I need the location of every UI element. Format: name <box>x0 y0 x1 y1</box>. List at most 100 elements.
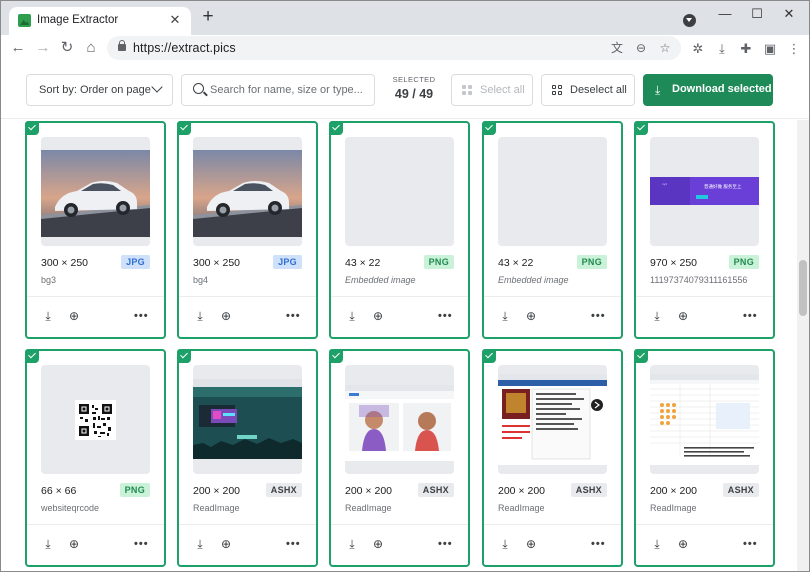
select-all-button[interactable]: Select all <box>451 74 533 106</box>
search-input[interactable] <box>210 81 368 99</box>
deselect-all-button[interactable]: Deselect all <box>541 74 635 106</box>
image-filename: websiteqrcode <box>41 503 100 513</box>
image-card[interactable]: 66 × 66 PNG websiteqrcode ⤓ ⊕ ••• <box>25 349 166 567</box>
download-icon[interactable]: ⤓ <box>345 537 359 551</box>
download-selected-button[interactable]: ⤓ Download selected <box>643 74 773 106</box>
image-thumbnail[interactable]: 普通好做 服务至上 xyz <box>650 137 759 246</box>
image-filename: ReadImage <box>650 503 697 513</box>
more-options-icon[interactable]: ••• <box>286 537 300 551</box>
profile-avatar-icon[interactable]: ▣ <box>761 40 779 58</box>
download-icon: ⤓ <box>655 83 661 97</box>
zoom-in-icon[interactable]: ⊕ <box>219 537 233 551</box>
download-icon[interactable]: ⤓ <box>498 309 512 323</box>
more-options-icon[interactable]: ••• <box>743 537 757 551</box>
selected-checkbox-icon[interactable] <box>634 121 648 135</box>
url-text[interactable]: https://extract.pics <box>133 41 236 55</box>
more-options-icon[interactable]: ••• <box>134 309 148 323</box>
forward-arrow-icon[interactable]: → <box>33 38 53 58</box>
selected-checkbox-icon[interactable] <box>25 121 39 135</box>
home-icon[interactable]: ⌂ <box>81 38 101 58</box>
selected-checkbox-icon[interactable] <box>329 121 343 135</box>
zoom-in-icon[interactable]: ⊕ <box>524 537 538 551</box>
download-icon[interactable]: ⤓ <box>498 537 512 551</box>
search-box[interactable] <box>181 74 375 106</box>
selected-checkbox-icon[interactable] <box>482 349 496 363</box>
image-thumbnail[interactable] <box>498 137 607 246</box>
download-icon[interactable]: ⤓ <box>41 309 55 323</box>
back-arrow-icon[interactable]: ← <box>8 38 28 58</box>
image-thumbnail[interactable] <box>41 365 150 474</box>
file-type-badge: PNG <box>119 483 150 497</box>
selected-checkbox-icon[interactable] <box>177 349 191 363</box>
image-card[interactable]: 200 × 200 ASHX ReadImage ⤓ ⊕ ••• <box>177 349 318 567</box>
zoom-in-icon[interactable]: ⊕ <box>371 537 385 551</box>
close-tab-icon[interactable]: ✕ <box>167 12 183 28</box>
scrollbar-thumb[interactable] <box>799 260 807 316</box>
download-icon[interactable]: ⤓ <box>650 309 664 323</box>
menu-kebab-icon[interactable]: ⋮ <box>785 40 803 58</box>
image-thumbnail[interactable] <box>41 137 150 246</box>
scrollbar[interactable] <box>797 120 809 571</box>
more-options-icon[interactable]: ••• <box>591 537 605 551</box>
more-options-icon[interactable]: ••• <box>438 537 452 551</box>
image-card[interactable]: 43 × 22 PNG Embedded image ⤓ ⊕ ••• <box>329 121 470 339</box>
image-card[interactable]: 300 × 250 JPG bg3 ⤓ ⊕ ••• <box>25 121 166 339</box>
extensions-puzzle-icon[interactable]: ✚ <box>737 40 755 58</box>
download-icon[interactable]: ⤓ <box>345 309 359 323</box>
image-card[interactable]: 43 × 22 PNG Embedded image ⤓ ⊕ ••• <box>482 121 623 339</box>
download-icon[interactable]: ⤓ <box>713 40 731 58</box>
file-type-badge: PNG <box>423 255 454 269</box>
image-card[interactable]: 200 × 200 ASHX ReadImage ⤓ ⊕ ••• <box>329 349 470 567</box>
more-options-icon[interactable]: ••• <box>286 309 300 323</box>
minimize-icon[interactable]: — <box>712 5 738 23</box>
image-card[interactable]: 200 × 200 ASHX ReadImage ⤓ ⊕ ••• <box>482 349 623 567</box>
zoom-in-icon[interactable]: ⊕ <box>524 309 538 323</box>
reload-icon[interactable]: ↻ <box>57 38 77 58</box>
image-filename: ReadImage <box>345 503 392 513</box>
zoom-in-icon[interactable]: ⊕ <box>371 309 385 323</box>
download-icon[interactable]: ⤓ <box>650 537 664 551</box>
translate-icon[interactable]: 文 <box>609 40 625 56</box>
image-thumbnail[interactable] <box>650 365 759 474</box>
selected-checkbox-icon[interactable] <box>482 121 496 135</box>
image-card[interactable]: 200 × 200 ASHX ReadImage ⤓ ⊕ ••• <box>634 349 775 567</box>
window-close-icon[interactable]: ✕ <box>776 5 802 23</box>
browser-tab[interactable]: Image Extractor ✕ <box>9 7 191 35</box>
image-thumbnail[interactable] <box>193 137 302 246</box>
selected-checkbox-icon[interactable] <box>634 349 648 363</box>
selected-checkbox-icon[interactable] <box>177 121 191 135</box>
sort-dropdown[interactable]: Sort by: Order on page <box>26 74 173 106</box>
zoom-in-icon[interactable]: ⊕ <box>67 537 81 551</box>
more-options-icon[interactable]: ••• <box>591 309 605 323</box>
download-icon[interactable]: ⤓ <box>193 309 207 323</box>
bookmark-star-icon[interactable]: ☆ <box>657 40 673 56</box>
maximize-icon[interactable]: ☐ <box>744 5 770 23</box>
zoom-icon[interactable]: ⊖ <box>633 40 649 56</box>
zoom-in-icon[interactable]: ⊕ <box>676 537 690 551</box>
image-card[interactable]: 300 × 250 JPG bg4 ⤓ ⊕ ••• <box>177 121 318 339</box>
image-thumbnail[interactable] <box>193 365 302 474</box>
image-card[interactable]: 普通好做 服务至上 xyz 970 × 250 PNG 1119737407931116… <box>634 121 775 339</box>
new-tab-icon[interactable]: + <box>199 7 217 27</box>
selected-checkbox-icon[interactable] <box>329 349 343 363</box>
image-thumbnail[interactable] <box>345 137 454 246</box>
selected-checkbox-icon[interactable] <box>25 349 39 363</box>
sort-label: Sort by: Order on page <box>39 84 151 96</box>
more-options-icon[interactable]: ••• <box>743 309 757 323</box>
download-selected-label: Download selected <box>672 83 772 95</box>
download-icon[interactable]: ⤓ <box>193 537 207 551</box>
tab-search-icon[interactable] <box>683 14 696 27</box>
more-options-icon[interactable]: ••• <box>134 537 148 551</box>
zoom-in-icon[interactable]: ⊕ <box>676 309 690 323</box>
image-thumbnail[interactable] <box>498 365 607 474</box>
download-icon[interactable]: ⤓ <box>41 537 55 551</box>
extension-icon[interactable]: ✲ <box>689 40 707 58</box>
selected-counter: SELECTED 49 / 49 <box>385 75 443 101</box>
more-options-icon[interactable]: ••• <box>438 309 452 323</box>
zoom-in-icon[interactable]: ⊕ <box>67 309 81 323</box>
image-thumbnail[interactable] <box>345 365 454 474</box>
select-all-label: Select all <box>480 84 525 96</box>
card-divider <box>331 296 468 297</box>
zoom-in-icon[interactable]: ⊕ <box>219 309 233 323</box>
address-bar[interactable]: https://extract.pics 文 ⊖ ☆ <box>107 36 681 60</box>
